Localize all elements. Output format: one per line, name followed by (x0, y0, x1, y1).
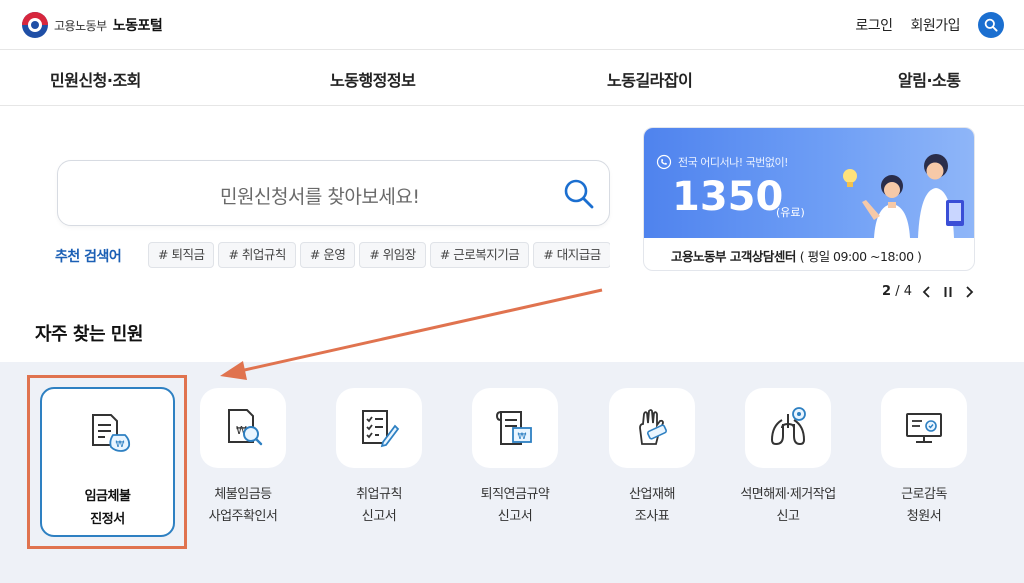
service-icon-tile: ₩ (200, 388, 286, 468)
top-header: 고용노동부 노동포털 로그인 회원가입 (0, 0, 1024, 50)
service-icon-tile (609, 388, 695, 468)
center-name: 고용노동부 고객상담센터 (671, 249, 796, 264)
service-labor-inspection[interactable]: 근로감독 청원서 (844, 388, 1004, 528)
portal-name: 노동포털 (112, 18, 163, 34)
monitor-icon (906, 413, 942, 443)
pager-total: 4 (903, 284, 912, 299)
utility-links: 로그인 회원가입 (855, 12, 1004, 38)
nav-item-labor-guide[interactable]: 노동길라잡이 (607, 67, 693, 91)
wage-claim-icon: ₩ (92, 414, 131, 452)
service-label-line2: 진정서 (90, 512, 125, 527)
tag-employment-rules[interactable]: # 취업규칙 (218, 242, 296, 268)
nav-item-notice[interactable]: 알림·소통 (898, 67, 961, 91)
service-label-line1: 근로감독 (901, 487, 947, 502)
paid-note: (유료) (776, 206, 805, 219)
search-icon (984, 18, 998, 32)
checklist-icon (362, 410, 400, 448)
service-icon-tile (745, 388, 831, 468)
ministry-name: 고용노동부 (54, 18, 107, 33)
hotline-number: 1350 (672, 174, 784, 220)
header-search-button[interactable] (978, 12, 1004, 38)
pager-count: 2 / 4 (882, 284, 912, 299)
next-icon[interactable] (963, 285, 975, 299)
nav-item-civil-applications[interactable]: 민원신청·조회 (50, 67, 141, 91)
main-nav: 민원신청·조회 노동행정정보 노동길라잡이 알림·소통 (0, 50, 1024, 106)
banner-visual: 전국 어디서나! 국번없이! 1350 (유료) (644, 128, 974, 238)
service-label-line1: 임금체불 (84, 489, 131, 504)
service-label-line2: 청원서 (906, 509, 942, 524)
banner-pager: 2 / 4 (882, 284, 975, 299)
search-input[interactable]: 민원신청서를 찾아보세요! (57, 160, 610, 226)
consultants-illustration-icon (843, 154, 964, 238)
search-placeholder: 민원신청서를 찾아보세요! (220, 186, 420, 208)
frequent-services-title: 자주 찾는 민원 (35, 324, 143, 345)
tag-welfare-fund[interactable]: # 근로복지기금 (429, 242, 530, 268)
tag-operation[interactable]: # 운영 (299, 242, 356, 268)
pager-separator: / (895, 284, 900, 299)
hotline-banner[interactable]: 전국 어디서나! 국번없이! 1350 (유료) 고용노동부 고객상담센터 ( … (643, 127, 975, 271)
business-hours: ( 평일 09:00 ~18:00 ) (799, 249, 922, 264)
pause-icon[interactable] (942, 285, 954, 299)
phone-icon (656, 154, 672, 170)
site-logo[interactable]: 고용노동부 노동포털 (22, 12, 163, 38)
service-label: 퇴직연금규약 신고서 (435, 484, 595, 528)
prev-icon[interactable] (921, 285, 933, 299)
service-icon-tile (881, 388, 967, 468)
tag-power-of-attorney[interactable]: # 위임장 (359, 242, 426, 268)
search-icon[interactable] (562, 177, 596, 211)
svg-text:₩: ₩ (116, 440, 125, 450)
recommended-keywords-label: 추천 검색어 (55, 249, 122, 265)
login-link[interactable]: 로그인 (855, 15, 893, 35)
service-label-line2: 신고서 (497, 509, 533, 524)
service-label: 임금체불 진정서 (42, 485, 173, 531)
svg-text:₩: ₩ (518, 432, 527, 442)
document-search-icon: ₩ (228, 409, 263, 446)
banner-caption: 고용노동부 고객상담센터 ( 평일 09:00 ~18:00 ) (671, 246, 922, 265)
tag-severance[interactable]: # 퇴직금 (148, 242, 215, 268)
signup-link[interactable]: 회원가입 (910, 15, 960, 35)
service-icon-tile (336, 388, 422, 468)
service-icon-tile: ₩ (472, 388, 558, 468)
service-label: 근로감독 청원서 (844, 484, 1004, 528)
service-label-line1: 퇴직연금규약 (480, 487, 550, 502)
pager-current: 2 (882, 284, 892, 299)
service-pension-rules[interactable]: ₩ 퇴직연금규약 신고서 (435, 388, 595, 528)
pension-doc-icon: ₩ (495, 411, 532, 445)
tag-substitute-payment[interactable]: # 대지급금 (533, 242, 610, 268)
recommended-tags: # 퇴직금 # 취업규칙 # 운영 # 위임장 # 근로복지기금 # 대지급금 (148, 242, 610, 270)
nav-item-labor-admin-info[interactable]: 노동행정정보 (330, 67, 416, 91)
service-wage-claim[interactable]: ₩ 임금체불 진정서 (40, 387, 175, 537)
lungs-icon (770, 407, 806, 446)
injured-hand-icon (639, 409, 667, 445)
taegeuk-logo-icon (22, 12, 48, 38)
banner-subtitle: 전국 어디서나! 국번없이! (678, 156, 789, 169)
